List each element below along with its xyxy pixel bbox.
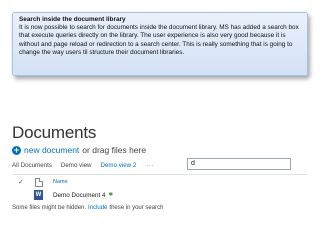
include-link[interactable]: Include (88, 205, 107, 211)
new-item-badge: ✱ (108, 192, 114, 198)
hidden-files-text: Some files might be hidden. (12, 204, 87, 211)
file-type-column-icon (35, 177, 43, 187)
info-callout: Search inside the document library It is… (12, 12, 308, 76)
view-all-documents[interactable]: All Documents (12, 162, 52, 169)
drag-files-hint: or drag files here (82, 145, 147, 155)
document-name[interactable]: Demo Document 4 (53, 192, 106, 199)
more-views-ellipsis[interactable]: ··· (146, 162, 154, 169)
library-search-box[interactable] (187, 158, 291, 170)
list-header-row: ✓ Name (12, 176, 308, 188)
callout-title: Search inside the document library (19, 16, 126, 23)
hidden-files-notice: Some files might be hidden. Include thes… (12, 202, 308, 213)
page-title: Documents (12, 123, 97, 142)
plus-circle-icon[interactable]: + (12, 145, 21, 155)
header-divider (12, 174, 308, 175)
callout-body: It is now possible to search for documen… (19, 24, 299, 56)
select-all-check-icon[interactable]: ✓ (18, 178, 28, 186)
search-input[interactable] (191, 160, 281, 167)
view-demo-view-2[interactable]: Demo view 2 (101, 162, 137, 169)
table-row[interactable]: W Demo Document 4 ✱ (12, 189, 308, 201)
document-library-screenshot: Documents + new document or drag files h… (12, 124, 308, 234)
new-document-link[interactable]: new document (24, 145, 79, 155)
hidden-files-suffix: these in your search (109, 204, 164, 211)
column-header-name[interactable]: Name (53, 179, 68, 185)
view-demo-view[interactable]: Demo view (61, 162, 92, 169)
word-document-icon: W (34, 190, 43, 200)
new-document-bar: + new document or drag files here (12, 144, 146, 156)
